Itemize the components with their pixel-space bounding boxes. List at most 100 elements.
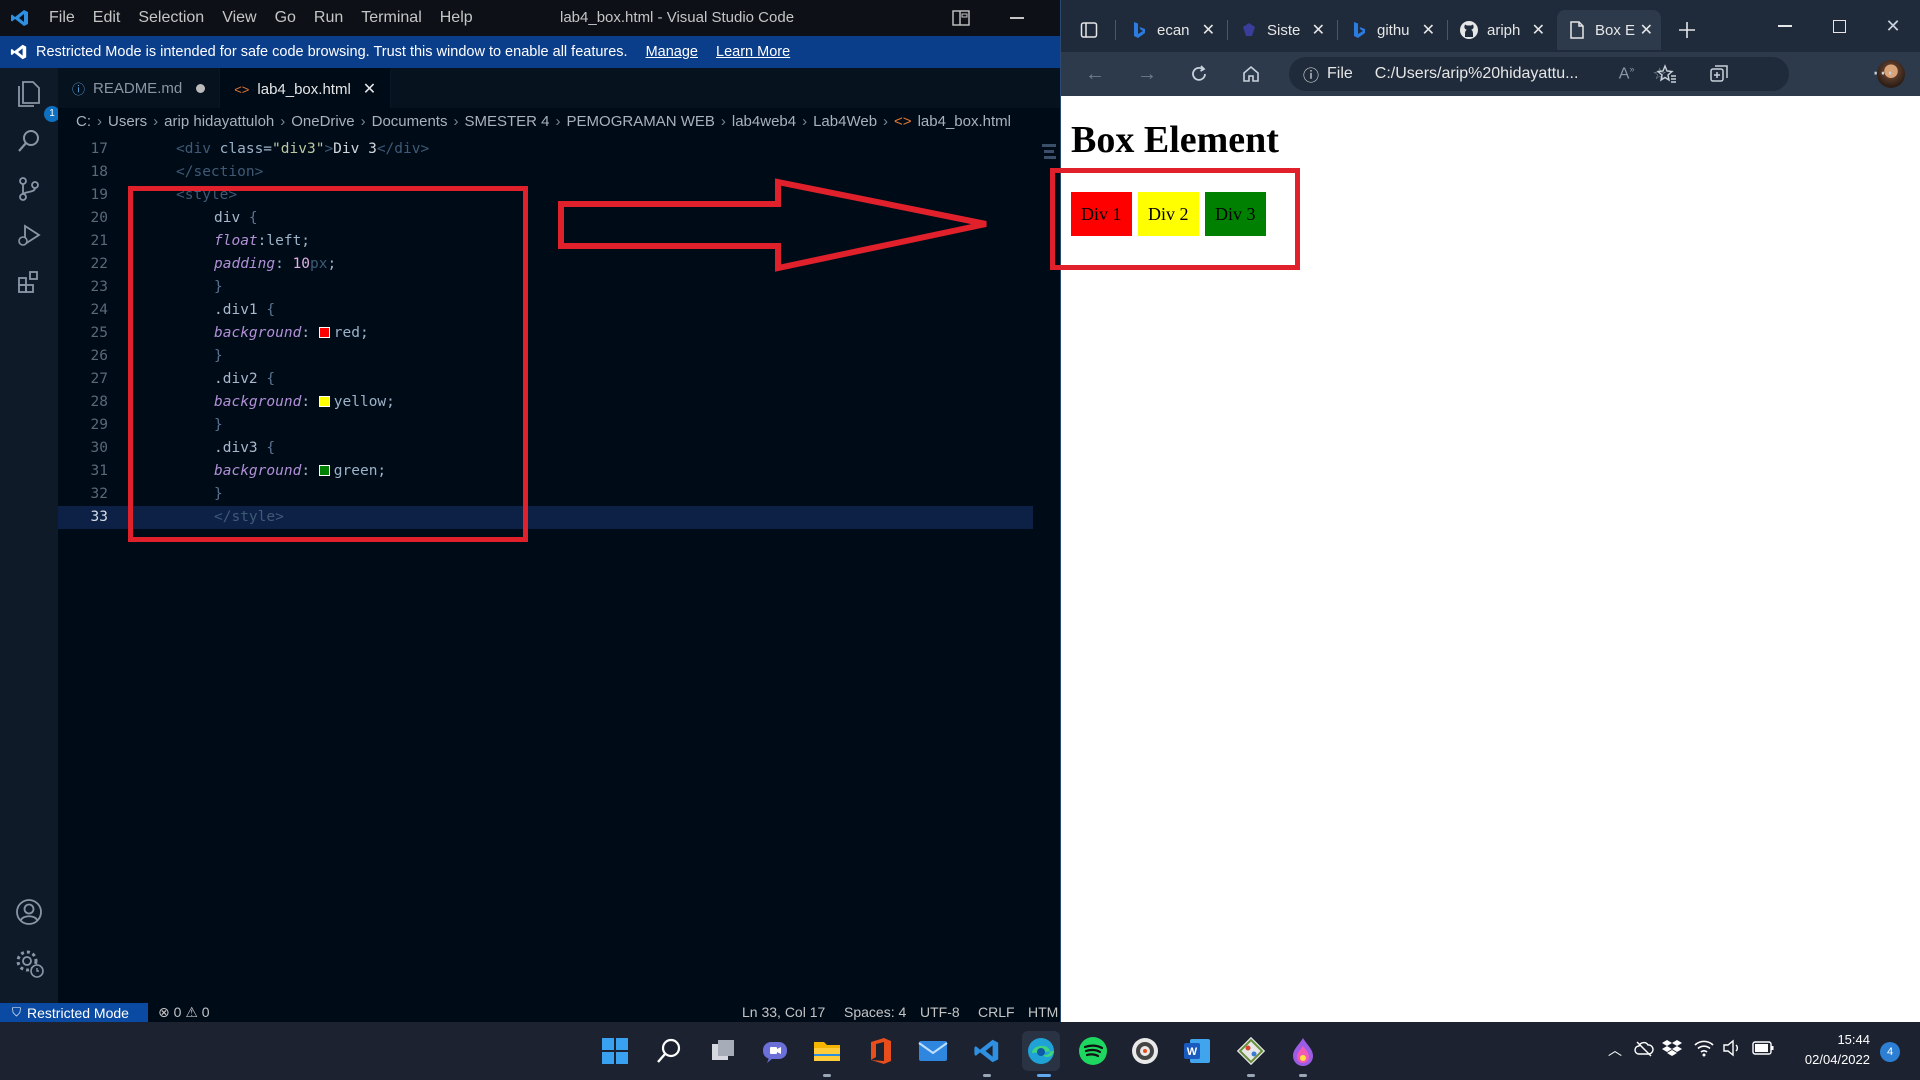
read-aloud-icon[interactable]: A» [1619,64,1635,83]
menu-edit[interactable]: Edit [84,0,130,36]
refresh-icon[interactable] [1187,62,1211,86]
clock-date[interactable]: 02/04/2022 [1774,1052,1870,1067]
tab-readme[interactable]: ⓘ README.md [58,68,221,108]
paint-icon[interactable] [1286,1034,1320,1068]
browser-tab[interactable]: Siste ✕ [1229,10,1333,50]
settings-more-icon[interactable]: ⋯ [1872,60,1894,86]
explorer-icon[interactable]: 1 [12,76,60,122]
cursor-position-status[interactable]: Ln 33, Col 17 [742,1003,825,1022]
close-icon[interactable]: ✕ [363,79,376,99]
close-icon[interactable]: ✕ [1312,20,1325,40]
account-icon[interactable] [12,895,46,929]
manage-link[interactable]: Manage [646,44,698,60]
word-icon[interactable]: W [1180,1034,1214,1068]
menu-terminal[interactable]: Terminal [352,0,430,36]
indentation-status[interactable]: Spaces: 4 [844,1003,906,1022]
browser-tab-active[interactable]: Box E ✕ [1557,10,1661,50]
browser-tab[interactable]: ecan ✕ [1119,10,1223,50]
forward-icon[interactable]: → [1135,62,1159,86]
chevron-right-icon: › [97,112,102,130]
window-title: lab4_box.html - Visual Studio Code [560,9,795,26]
minimize-icon[interactable] [1010,17,1024,19]
extensions-icon[interactable] [12,265,46,299]
close-icon[interactable]: ✕ [1640,20,1653,40]
notification-badge[interactable]: 4 [1880,1042,1900,1062]
wifi-icon[interactable] [1694,1039,1714,1062]
code-token: class= [219,141,273,157]
git-icon[interactable] [1234,1034,1268,1068]
close-icon[interactable]: ✕ [1532,20,1545,40]
clock-time[interactable]: 15:44 [1784,1032,1870,1047]
encoding-status[interactable]: UTF-8 [920,1003,960,1022]
run-debug-icon[interactable] [12,218,46,252]
breadcrumb-item[interactable]: C: [76,113,91,130]
minimap[interactable] [1040,138,1060,168]
source-control-icon[interactable] [12,172,46,206]
arrow-annotation-icon [558,178,987,272]
spotify-icon[interactable] [1076,1034,1110,1068]
chevron-right-icon: › [360,112,366,130]
back-icon[interactable]: ← [1083,62,1107,86]
address-scheme: File [1327,65,1353,82]
vscode-logo-icon[interactable] [0,0,40,36]
cloud-offline-icon[interactable] [1634,1040,1654,1063]
file-explorer-icon[interactable] [810,1034,844,1068]
tab-lab4-box[interactable]: <> lab4_box.html ✕ [220,68,392,108]
dropbox-icon[interactable] [1662,1038,1682,1063]
problems-status[interactable]: ⊗ 0 ⚠ 0 [158,1003,210,1022]
line-number: 17 [90,141,108,157]
new-tab-icon[interactable] [1675,18,1699,42]
chevron-up-icon[interactable]: ︿ [1608,1040,1622,1060]
breadcrumb-item[interactable]: Lab4Web [813,113,877,130]
home-icon[interactable] [1239,62,1263,86]
language-status[interactable]: HTM [1028,1003,1058,1022]
maximize-icon[interactable] [1827,14,1851,38]
office-icon[interactable] [864,1034,898,1068]
close-icon[interactable]: ✕ [1422,20,1435,40]
favorites-icon[interactable] [1655,62,1679,86]
breadcrumb-item[interactable]: SMESTER 4 [464,113,549,130]
menu-run[interactable]: Run [305,0,352,36]
volume-icon[interactable] [1722,1039,1742,1062]
task-view-icon[interactable] [706,1034,740,1068]
search-icon[interactable] [12,124,46,158]
learn-more-link[interactable]: Learn More [716,44,790,60]
breadcrumb-item[interactable]: Users [108,113,147,130]
address-url[interactable]: C:/Users/arip%20hidayattu... [1375,65,1605,83]
eol-status[interactable]: CRLF [978,1003,1015,1022]
vscode-icon[interactable] [970,1034,1004,1068]
unsaved-dot-icon[interactable] [196,83,206,93]
chat-icon[interactable] [758,1034,792,1068]
code-line[interactable]: 17 <div class="div3">Div 3</div> [58,138,1033,161]
start-icon[interactable] [598,1034,632,1068]
browser-tab[interactable]: ariph ✕ [1449,10,1553,50]
collections-icon[interactable] [1707,62,1731,86]
menu-go[interactable]: Go [266,0,305,36]
customize-layout-icon[interactable] [952,9,970,27]
breadcrumb-item[interactable]: Documents [372,113,448,130]
menu-help[interactable]: Help [431,0,482,36]
manage-gear-icon[interactable] [12,946,46,980]
breadcrumb-item[interactable]: arip hidayattuloh [164,113,274,130]
minimize-icon[interactable] [1773,14,1797,38]
close-window-icon[interactable]: ✕ [1881,14,1905,38]
battery-icon[interactable] [1752,1041,1774,1060]
search-icon[interactable] [652,1034,686,1068]
tab-actions-icon[interactable] [1077,18,1101,42]
media-icon[interactable] [1128,1034,1162,1068]
browser-tab[interactable]: githu ✕ [1339,10,1443,50]
close-icon[interactable]: ✕ [1202,20,1215,40]
breadcrumb-item[interactable]: lab4web4 [732,113,796,130]
breadcrumb-item[interactable]: lab4_box.html [918,113,1011,130]
mail-icon[interactable] [916,1034,950,1068]
breadcrumb-item[interactable]: PEMOGRAMAN WEB [567,113,715,130]
site-info-icon[interactable]: ⓘ [1303,62,1319,86]
edge-icon[interactable] [1022,1031,1060,1071]
restricted-mode-status[interactable]: ⛉ Restricted Mode [0,1003,148,1022]
running-indicator [1299,1074,1307,1077]
breadcrumb-item[interactable]: OneDrive [291,113,354,130]
menu-selection[interactable]: Selection [129,0,213,36]
menu-view[interactable]: View [213,0,265,36]
line-number: 33 [90,509,108,525]
menu-file[interactable]: File [40,0,84,36]
